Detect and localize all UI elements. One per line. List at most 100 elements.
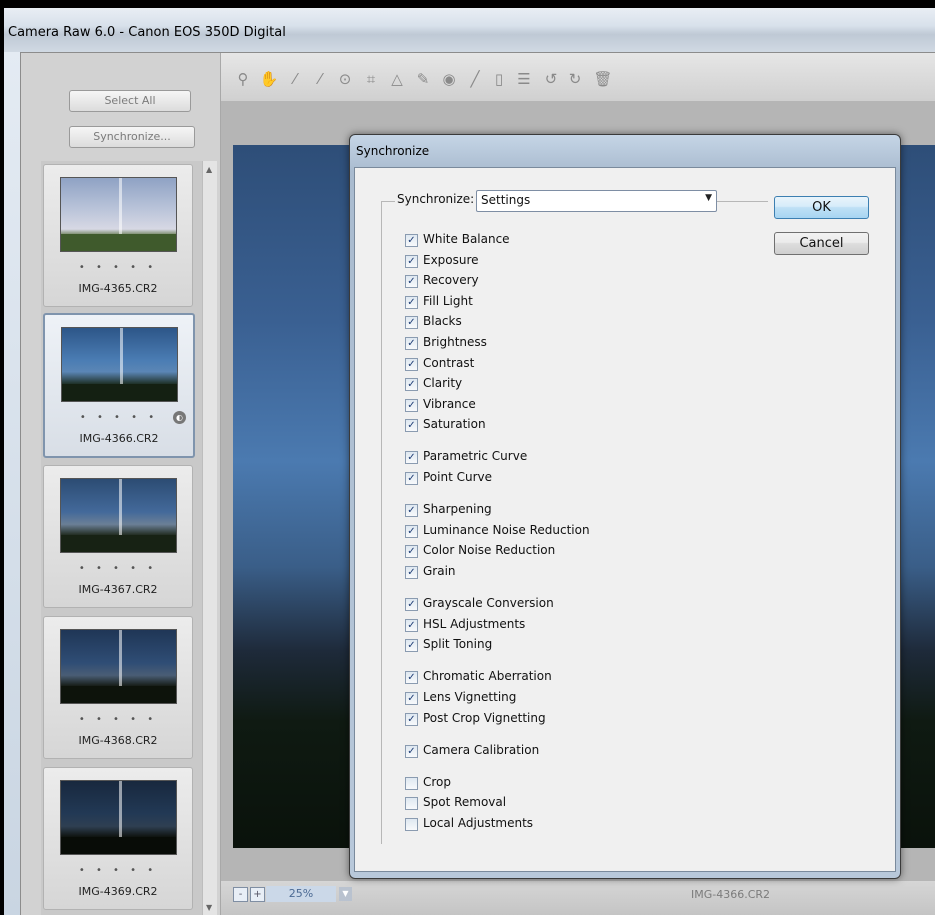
- thumbnail-item[interactable]: • • • • • IMG-4365.CR2: [43, 164, 193, 307]
- checkbox-checked[interactable]: ✓: [405, 671, 418, 684]
- adjustment-brush-icon[interactable]: ╱: [465, 69, 485, 89]
- checkbox-checked[interactable]: ✓: [405, 316, 418, 329]
- checkbox-label: Parametric Curve: [423, 449, 528, 463]
- checkbox-checked[interactable]: ✓: [405, 234, 418, 247]
- checkbox-label: Vibrance: [423, 397, 476, 411]
- zoom-level: 25%: [266, 886, 336, 902]
- checkbox-checked[interactable]: ✓: [405, 419, 418, 432]
- checkbox-checked[interactable]: ✓: [405, 639, 418, 652]
- hand-icon[interactable]: ✋: [259, 69, 279, 89]
- checkbox-checked[interactable]: ✓: [405, 713, 418, 726]
- checkbox-checked[interactable]: ✓: [405, 358, 418, 371]
- checkbox-unchecked[interactable]: [405, 797, 418, 810]
- checkbox-label: HSL Adjustments: [423, 617, 526, 631]
- thumbnail-image: [60, 478, 177, 553]
- rating-stars[interactable]: • • • • •: [44, 262, 192, 273]
- checkbox-checked[interactable]: ✓: [405, 504, 418, 517]
- spot-removal-icon[interactable]: ✎: [413, 69, 433, 89]
- filmstrip: • • • • • IMG-4365.CR2 • • • • • ◐ IMG-4…: [41, 161, 211, 915]
- straighten-icon[interactable]: △: [387, 69, 407, 89]
- preferences-icon[interactable]: ☰: [514, 69, 534, 89]
- checkbox-checked[interactable]: ✓: [405, 472, 418, 485]
- checkbox-checked[interactable]: ✓: [405, 296, 418, 309]
- checkbox-label: Lens Vignetting: [423, 690, 517, 704]
- dialog-body: Synchronize: Settings ▼ OK Cancel ✓ White…: [354, 167, 896, 872]
- checkbox-checked[interactable]: ✓: [405, 545, 418, 558]
- checkbox-checked[interactable]: ✓: [405, 255, 418, 268]
- color-sampler-icon[interactable]: ⁄: [310, 69, 330, 89]
- rating-stars[interactable]: • • • • •: [44, 865, 192, 876]
- status-bar: - + 25% ▼ IMG-4366.CR2: [221, 881, 935, 915]
- thumbnail-image: [60, 177, 177, 252]
- checkbox-label: Camera Calibration: [423, 743, 540, 757]
- white-balance-icon[interactable]: ⁄: [285, 69, 305, 89]
- trash-icon[interactable]: 🗑: [593, 69, 613, 89]
- scroll-up-icon[interactable]: ▲: [206, 165, 212, 174]
- checkbox-checked[interactable]: ✓: [405, 399, 418, 412]
- checkbox-checked[interactable]: ✓: [405, 745, 418, 758]
- window-title: Camera Raw 6.0 - Canon EOS 350D Digital: [8, 25, 286, 40]
- synchronize-button[interactable]: Synchronize...: [69, 126, 195, 148]
- checkbox-checked[interactable]: ✓: [405, 566, 418, 579]
- cancel-button[interactable]: Cancel: [774, 232, 869, 255]
- checkbox-checked[interactable]: ✓: [405, 451, 418, 464]
- synchronize-value: Settings: [481, 193, 531, 207]
- checkbox-checked[interactable]: ✓: [405, 337, 418, 350]
- select-all-button[interactable]: Select All: [69, 90, 191, 112]
- ok-button[interactable]: OK: [774, 196, 869, 219]
- checkbox-label: Clarity: [423, 376, 463, 390]
- checkbox-label: Sharpening: [423, 502, 492, 516]
- checkbox-label: Brightness: [423, 335, 487, 349]
- filmstrip-scrollbar[interactable]: ▲ ▼: [202, 161, 217, 915]
- checkbox-checked[interactable]: ✓: [405, 619, 418, 632]
- thumbnail-item[interactable]: • • • • • IMG-4367.CR2: [43, 465, 193, 608]
- thumbnail-item[interactable]: • • • • • IMG-4368.CR2: [43, 616, 193, 759]
- rating-stars[interactable]: • • • • •: [45, 412, 193, 423]
- crop-icon[interactable]: ⌗: [361, 69, 381, 89]
- thumbnail-filename: IMG-4365.CR2: [78, 282, 158, 295]
- checkbox-unchecked[interactable]: [405, 777, 418, 790]
- thumbnail-item[interactable]: • • • • • IMG-4369.CR2: [43, 767, 193, 910]
- ground-shape: [61, 837, 176, 854]
- ground-shape: [62, 384, 177, 401]
- title-bar: Camera Raw 6.0 - Canon EOS 350D Digital: [4, 8, 935, 52]
- thumbnail-image: [61, 327, 178, 402]
- checkbox-label: Recovery: [423, 273, 479, 287]
- checkbox-checked[interactable]: ✓: [405, 525, 418, 538]
- zoom-dropdown-icon[interactable]: ▼: [339, 887, 352, 901]
- red-eye-icon[interactable]: ◉: [439, 69, 459, 89]
- dialog-title: Synchronize: [356, 144, 430, 158]
- checkbox-checked[interactable]: ✓: [405, 275, 418, 288]
- zoom-icon[interactable]: ⚲: [233, 69, 253, 89]
- checkbox-label: Grayscale Conversion: [423, 596, 554, 610]
- zoom-in-button[interactable]: +: [250, 887, 265, 902]
- rating-stars[interactable]: • • • • •: [44, 714, 192, 725]
- checkbox-unchecked[interactable]: [405, 818, 418, 831]
- camera-raw-window: Camera Raw 6.0 - Canon EOS 350D Digital …: [4, 8, 935, 915]
- checkbox-checked[interactable]: ✓: [405, 598, 418, 611]
- synchronize-dropdown[interactable]: Settings ▼: [476, 190, 717, 212]
- zoom-out-button[interactable]: -: [233, 887, 248, 902]
- checkbox-label: Fill Light: [423, 294, 473, 308]
- rating-stars[interactable]: • • • • •: [44, 563, 192, 574]
- graduated-filter-icon[interactable]: ▯: [489, 69, 509, 89]
- checkbox-checked[interactable]: ✓: [405, 692, 418, 705]
- checkbox-label: Grain: [423, 564, 456, 578]
- checkbox-label: Local Adjustments: [423, 816, 534, 830]
- ground-shape: [61, 686, 176, 703]
- pole-shape: [119, 178, 122, 234]
- targeted-adjustment-icon[interactable]: ⊙: [335, 69, 355, 89]
- pole-shape: [119, 781, 122, 837]
- scroll-down-icon[interactable]: ▼: [206, 903, 212, 912]
- ground-shape: [61, 535, 176, 552]
- thumbnail-item[interactable]: • • • • • ◐ IMG-4366.CR2: [43, 313, 195, 458]
- rotate-ccw-icon[interactable]: ↺: [541, 69, 561, 89]
- checkbox-label: Chromatic Aberration: [423, 669, 552, 683]
- checkbox-label: Luminance Noise Reduction: [423, 523, 590, 537]
- checkbox-checked[interactable]: ✓: [405, 378, 418, 391]
- ground-shape: [61, 234, 176, 251]
- checkbox-label: Blacks: [423, 314, 462, 328]
- rotate-cw-icon[interactable]: ↻: [565, 69, 585, 89]
- checkbox-label: Spot Removal: [423, 795, 507, 809]
- checkbox-label: Contrast: [423, 356, 475, 370]
